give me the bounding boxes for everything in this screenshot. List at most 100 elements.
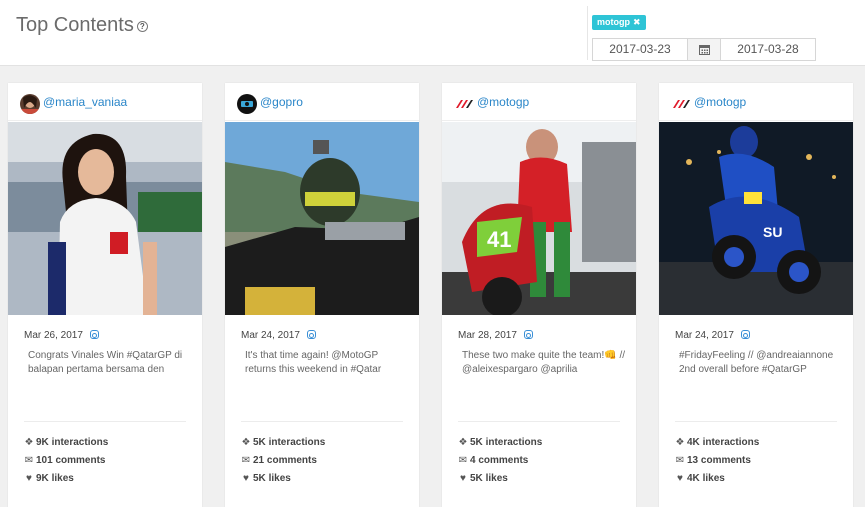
paw-icon: ❖ [458,437,468,448]
post-caption: #FridayFeeling // @andreaiannone 2nd ove… [679,350,834,375]
comment-icon: ✉ [24,455,34,466]
comment-icon: ✉ [458,455,468,466]
instagram-icon[interactable] [89,330,99,339]
post-date: Mar 26, 2017 [24,330,99,341]
likes-count: 5K [253,473,266,484]
comments-stat: ✉ 4 comments [458,455,529,466]
post-date-text: Mar 24, 2017 [241,330,300,341]
likes-label: likes [51,473,74,484]
interactions-count: 9K [36,437,49,448]
account-handle-link[interactable]: @motogp [477,95,529,109]
comment-icon: ✉ [675,455,685,466]
help-icon[interactable]: ? [136,21,148,32]
account-handle-link[interactable]: @motogp [694,95,746,109]
interactions-stat: ❖ 9K interactions [24,437,109,448]
post-image[interactable] [8,122,202,315]
filter-tag-label: motogp [597,17,630,27]
interactions-label: interactions [51,437,109,448]
likes-label: likes [268,473,291,484]
avatar[interactable] [237,94,257,114]
svg-text:SU: SU [763,224,782,240]
post-image[interactable]: SU [659,122,853,315]
post-date-text: Mar 24, 2017 [675,330,734,341]
paw-icon: ❖ [24,437,34,448]
likes-label: likes [702,473,725,484]
page-title-text: Top Contents [16,14,134,36]
content-card[interactable]: @maria_vaniaa Mar 26, 2017 Congrats Vina… [8,83,202,507]
card-header: @motogp [442,83,636,121]
heart-icon: ♥ [460,473,466,484]
card-divider [675,421,837,422]
content-card[interactable]: @gopro Mar 24, 2017 It's that time again… [225,83,419,507]
interactions-stat: ❖ 4K interactions [675,437,760,448]
instagram-icon[interactable] [306,330,316,339]
card-divider [24,421,186,422]
interactions-label: interactions [702,437,760,448]
heart-icon: ♥ [243,473,249,484]
filter-tag-motogp[interactable]: motogp ✖ [592,15,646,30]
comments-label: comments [55,455,106,466]
post-date: Mar 24, 2017 [675,330,750,341]
likes-count: 9K [36,473,49,484]
page-header: Top Contents? motogp ✖ 2017-03-23 2017-03… [0,0,865,66]
post-date-text: Mar 28, 2017 [458,330,517,341]
card-header: @maria_vaniaa [8,83,202,121]
calendar-button[interactable] [687,38,721,61]
motogp-logo-icon[interactable] [671,94,691,114]
comments-count: 13 [687,455,699,466]
page-title: Top Contents? [16,14,148,37]
heart-icon: ♥ [677,473,683,484]
post-caption: These two make quite the team!👊 // @alei… [462,350,626,375]
comments-label: comments [700,455,751,466]
end-date-field[interactable]: 2017-03-28 [720,38,816,61]
card-header: @motogp [659,83,853,121]
interactions-label: interactions [485,437,543,448]
comments-stat: ✉ 13 comments [675,455,751,466]
tag-remove-icon[interactable]: ✖ [633,17,641,27]
post-caption: Congrats Vinales Win #QatarGP di balapan… [28,350,183,375]
interactions-stat: ❖ 5K interactions [458,437,543,448]
likes-stat: ♥ 4K likes [675,473,725,484]
likes-stat: ♥ 5K likes [458,473,508,484]
account-handle-link[interactable]: @maria_vaniaa [43,95,127,109]
comments-count: 101 [36,455,53,466]
comments-label: comments [266,455,317,466]
interactions-label: interactions [268,437,326,448]
post-date: Mar 24, 2017 [241,330,316,341]
header-divider [587,6,588,60]
interactions-count: 4K [687,437,700,448]
paw-icon: ❖ [675,437,685,448]
account-handle-link[interactable]: @gopro [260,95,303,109]
likes-stat: ♥ 5K likes [241,473,291,484]
instagram-icon[interactable] [740,330,750,339]
comments-count: 21 [253,455,265,466]
heart-icon: ♥ [26,473,32,484]
post-date: Mar 28, 2017 [458,330,533,341]
paw-icon: ❖ [241,437,251,448]
comments-stat: ✉ 21 comments [241,455,317,466]
svg-text:41: 41 [487,227,511,252]
card-divider [241,421,403,422]
interactions-count: 5K [470,437,483,448]
post-date-text: Mar 26, 2017 [24,330,83,341]
likes-count: 4K [687,473,700,484]
content-card[interactable]: @motogp 41 Mar 28, 2017 These two make q… [442,83,636,507]
start-date-field[interactable]: 2017-03-23 [592,38,688,61]
comments-stat: ✉ 101 comments [24,455,106,466]
calendar-icon [698,45,710,55]
likes-stat: ♥ 9K likes [24,473,74,484]
post-image[interactable]: 41 [442,122,636,315]
likes-label: likes [485,473,508,484]
card-header: @gopro [225,83,419,121]
post-caption: It's that time again! @MotoGP returns th… [245,350,382,375]
comment-icon: ✉ [241,455,251,466]
avatar[interactable] [20,94,40,114]
interactions-count: 5K [253,437,266,448]
likes-count: 5K [470,473,483,484]
content-card[interactable]: @motogp SU Mar 24, 2017 #FridayFeeling /… [659,83,853,507]
post-image[interactable] [225,122,419,315]
instagram-icon[interactable] [523,330,533,339]
interactions-stat: ❖ 5K interactions [241,437,326,448]
motogp-logo-icon[interactable] [454,94,474,114]
comments-label: comments [478,455,529,466]
